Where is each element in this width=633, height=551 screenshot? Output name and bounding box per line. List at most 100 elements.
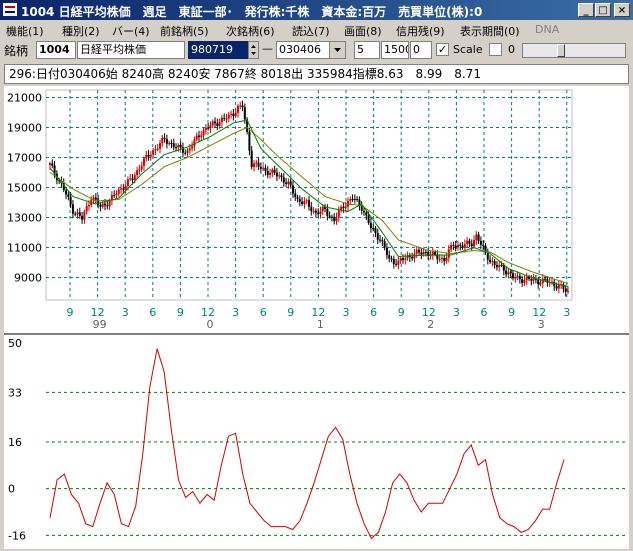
candle-body-154 [401, 258, 404, 261]
candle-body-24 [104, 203, 107, 206]
stock-name-field[interactable]: 日経平均株価 [77, 41, 185, 59]
candle-body-71 [211, 121, 214, 126]
app-icon[interactable] [3, 3, 17, 16]
candle-body-196 [498, 265, 501, 268]
candle-body-213 [537, 279, 540, 285]
scale-value: 0 [508, 43, 515, 56]
candle-body-28 [113, 195, 116, 197]
candle-body-110 [301, 201, 304, 205]
candle-body-62 [191, 146, 194, 149]
month-label-15: 6 [481, 306, 488, 319]
candle-body-148 [388, 255, 391, 259]
chart-area[interactable]: 21000 19000 17000 15000 13000 11000 9000 9 1 2 3 6 9… [4, 86, 629, 549]
stock-code-input[interactable]: 1004 [36, 41, 76, 59]
menu-next-stock[interactable]: 次銘柄(6) [226, 23, 275, 39]
candle-body-93 [262, 167, 265, 169]
period-input[interactable]: 5 [354, 41, 380, 59]
menu-period[interactable]: 表示期間(0) [460, 23, 520, 39]
menu-bar: 機能(1) 種別(2) バー(4) 前銘柄(5) 次銘柄(6) 読込(7) 画面… [0, 20, 633, 39]
offset-input[interactable]: 0 [410, 41, 432, 59]
candle-body-116 [314, 210, 317, 213]
price-tick-label-0: 21000 [7, 92, 42, 105]
candle-body-92 [259, 166, 262, 169]
menu-shubetsu[interactable]: 種別(2) [62, 23, 100, 39]
candle-body-101 [280, 175, 283, 178]
candle-body-189 [482, 244, 485, 246]
value-spin-button[interactable] [248, 41, 259, 59]
osc-line [49, 348, 565, 540]
candle-body-46 [154, 149, 157, 151]
count-input[interactable]: 1500 [381, 41, 409, 59]
candle-body-20 [94, 197, 97, 200]
date-dropdown-button[interactable] [329, 42, 345, 58]
candle-body-187 [477, 234, 480, 241]
candle-body-38 [136, 170, 139, 176]
price-chart[interactable]: 21000 19000 17000 15000 13000 11000 9000 9 1 2 3 6 9… [4, 86, 629, 333]
month-label-7: 6 [260, 306, 267, 319]
indicator-chart[interactable]: 50 33 16 0 -16 [4, 335, 629, 549]
close-button[interactable]: × [614, 3, 630, 17]
candle-body-88 [250, 150, 253, 167]
candle-body-180 [461, 245, 464, 248]
menu-margin[interactable]: 信用残(9) [396, 23, 445, 39]
code-value-input[interactable]: 980719 [188, 41, 248, 59]
year-label-0: 99 [93, 318, 107, 331]
year-label-4: 3 [538, 318, 545, 331]
candle-body-30 [117, 189, 120, 195]
menu-bar-type[interactable]: バー(4) [112, 23, 150, 39]
candle-body-42 [145, 154, 148, 159]
scale-value-checkbox[interactable] [489, 43, 502, 56]
pane-divider[interactable] [4, 333, 629, 335]
month-label-16: 9 [508, 306, 515, 319]
title-bar[interactable]: 1004 日経平均株価 週足 東証一部･ 発行株:千株 資本金:百万 売買単位(… [0, 0, 633, 20]
candle-body-115 [312, 210, 315, 212]
candle-body-91 [257, 162, 260, 167]
candle-body-15 [83, 211, 86, 220]
candle-body-85 [243, 107, 246, 120]
candle-body-132 [351, 198, 354, 200]
maximize-button[interactable]: □ [595, 3, 611, 17]
menu-screen[interactable]: 画面(8) [344, 23, 382, 39]
candle-body-137 [363, 210, 366, 213]
candle-body-74 [218, 121, 221, 126]
candle-body-134 [356, 198, 359, 200]
minimize-button[interactable]: _ [578, 3, 594, 17]
candle-body-142 [374, 228, 377, 233]
candle-body-107 [294, 193, 297, 198]
candle-body-214 [539, 283, 542, 285]
candle-body-126 [337, 210, 340, 218]
toolbar: 銘柄 1004 日経平均株価 980719 — 030406 5 1500 0 … [0, 39, 633, 63]
scale-checkbox[interactable]: ✓ [436, 43, 449, 56]
candle-body-53 [170, 143, 173, 145]
candle-body-150 [392, 258, 395, 264]
month-label-10: 3 [343, 306, 350, 319]
candle-body-8 [67, 194, 70, 197]
scale-label: Scale [453, 43, 483, 56]
menu-prev-stock[interactable]: 前銘柄(5) [160, 23, 209, 39]
candle-body-72 [214, 121, 217, 124]
candle-body-211 [532, 278, 535, 281]
price-info-bar: 296:日付030406始 8240高 8240安 7867終 8018出 33… [4, 64, 629, 84]
menu-load[interactable]: 読込(7) [292, 23, 330, 39]
candle-body-96 [269, 172, 272, 175]
spin-arrows-icon [251, 45, 256, 55]
candle-body-186 [475, 234, 478, 241]
scale-slider[interactable] [522, 43, 626, 58]
candle-body-226 [567, 291, 569, 293]
date-select[interactable]: 030406 [276, 41, 346, 59]
candle-body-99 [275, 172, 278, 177]
candle-body-112 [305, 200, 308, 202]
candle-body-70 [209, 125, 212, 129]
candle-body-39 [138, 169, 141, 171]
candle-body-129 [344, 206, 347, 209]
menu-dna[interactable]: DNA [535, 23, 559, 36]
slider-thumb[interactable] [557, 44, 565, 57]
candle-body-103 [285, 182, 288, 184]
candle-body-37 [133, 175, 136, 180]
candle-body-31 [120, 188, 123, 190]
candle-body-109 [298, 198, 301, 202]
menu-kinou[interactable]: 機能(1) [6, 23, 44, 39]
candle-body-139 [367, 215, 370, 223]
candle-body-80 [232, 113, 235, 116]
osc-tick-label-2: 16 [8, 436, 22, 449]
